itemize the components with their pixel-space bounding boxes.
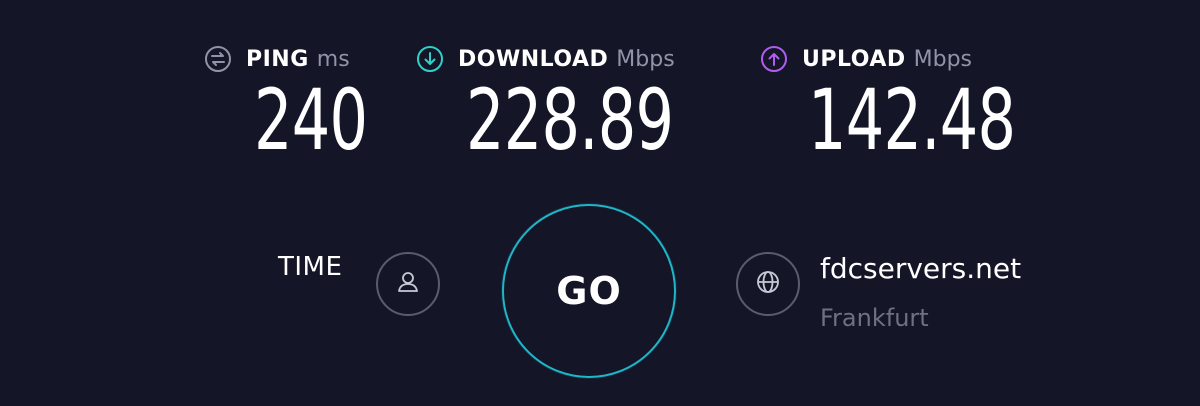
time-label: TIME <box>278 252 343 282</box>
upload-unit: Mbps <box>913 46 972 72</box>
download-label: DOWNLOAD <box>458 46 609 72</box>
ping-icon <box>204 45 232 73</box>
server-select-button[interactable] <box>736 252 800 316</box>
speedtest-panel: PING ms 240 DOWNLOAD Mbps 228.89 UPLOAD … <box>0 0 1200 406</box>
server-location: Frankfurt <box>820 304 929 332</box>
download-unit: Mbps <box>616 46 675 72</box>
go-label: GO <box>556 269 622 313</box>
download-arrow-icon <box>416 45 444 73</box>
upload-label: UPLOAD <box>802 46 906 72</box>
upload-value: 142.48 <box>808 71 1016 169</box>
ping-value: 240 <box>254 71 368 169</box>
globe-icon <box>752 266 784 302</box>
ping-label: PING <box>246 46 309 72</box>
server-name[interactable]: fdcservers.net <box>820 252 1021 285</box>
download-value: 228.89 <box>466 71 674 169</box>
user-icon <box>392 266 424 302</box>
upload-arrow-icon <box>760 45 788 73</box>
user-button[interactable] <box>376 252 440 316</box>
ping-unit: ms <box>316 46 350 72</box>
go-button[interactable]: GO <box>502 204 676 378</box>
